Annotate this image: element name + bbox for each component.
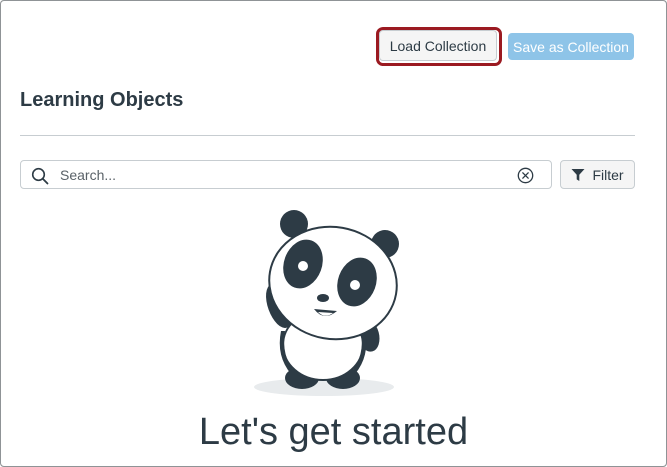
page-title: Learning Objects (20, 89, 184, 111)
filter-icon (571, 168, 585, 181)
title-divider (20, 135, 635, 136)
save-as-collection-button[interactable]: Save as Collection (508, 33, 634, 60)
empty-state-heading: Let's get started (198, 411, 469, 453)
clear-icon[interactable] (517, 167, 534, 184)
search-icon (31, 167, 49, 185)
load-collection-button[interactable]: Load Collection (379, 30, 497, 61)
filter-button[interactable]: Filter (560, 160, 635, 189)
search-field[interactable] (20, 160, 552, 189)
panda-illustration (254, 210, 399, 396)
load-collection-label: Load Collection (389, 37, 487, 54)
search-input[interactable] (60, 161, 500, 188)
save-as-collection-label: Save as Collection (513, 38, 629, 55)
learning-objects-window: Load Collection Save as Collection Learn… (0, 0, 667, 467)
filter-label: Filter (592, 166, 624, 183)
